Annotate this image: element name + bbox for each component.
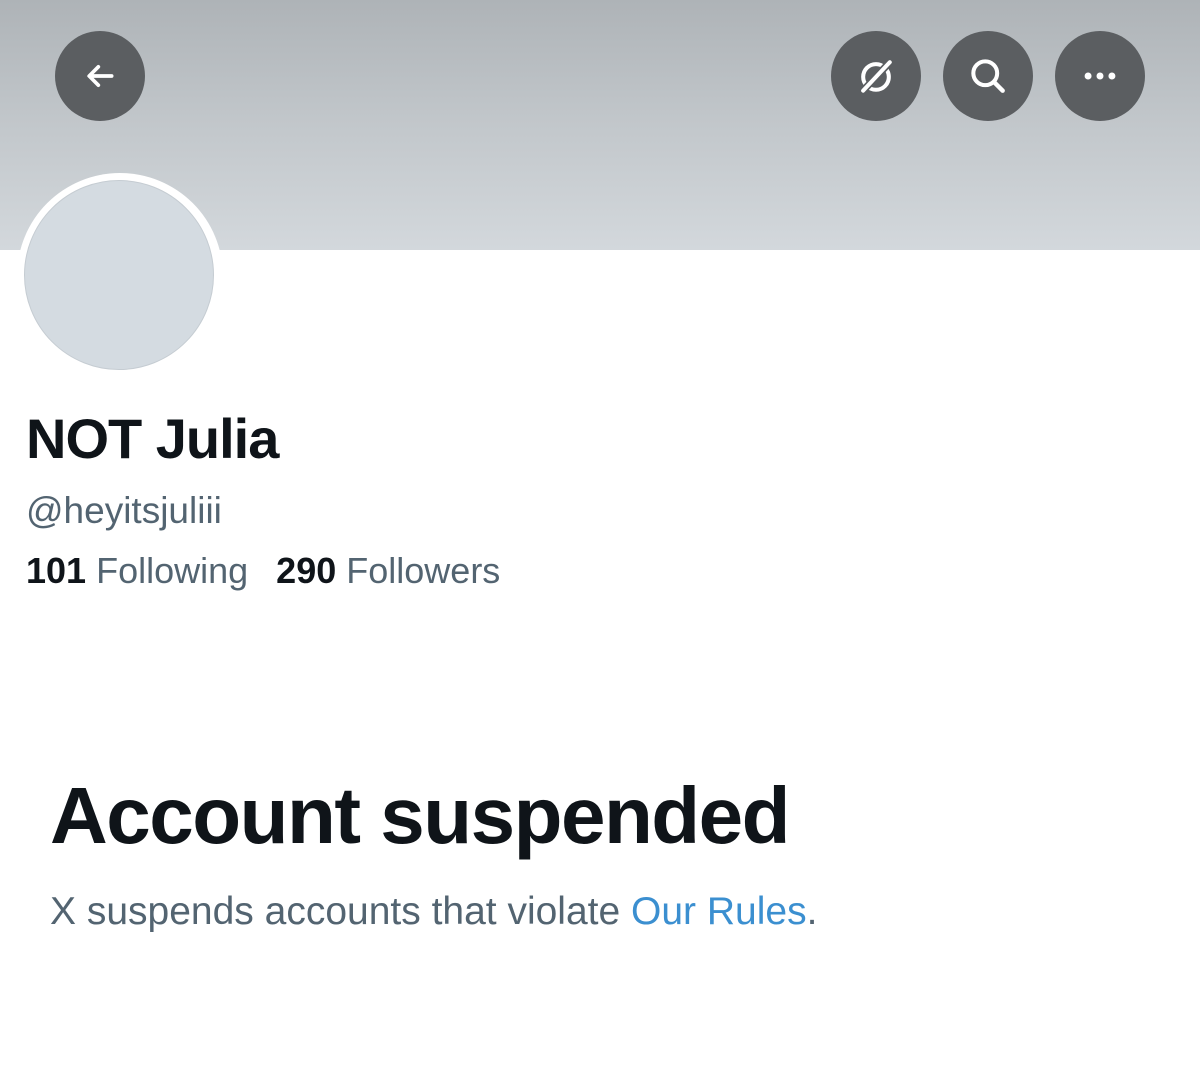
grok-icon: [854, 54, 898, 98]
profile-stats: 101 Following 290 Followers: [26, 550, 500, 592]
suspension-message-trailing: .: [806, 890, 818, 933]
following-count: 101: [26, 550, 87, 591]
arrow-left-icon: [80, 56, 120, 96]
following-label: Following: [96, 550, 249, 591]
followers-count: 290: [276, 550, 337, 591]
grok-button[interactable]: [831, 31, 921, 121]
profile-page: NOT Julia @heyitsjuliii 101 Following 29…: [0, 0, 1200, 1072]
avatar[interactable]: [24, 180, 214, 370]
more-options-button[interactable]: [1055, 31, 1145, 121]
back-button[interactable]: [55, 31, 145, 121]
user-handle: @heyitsjuliii: [26, 490, 222, 531]
suspension-message-text: X suspends accounts that violate: [50, 890, 632, 933]
more-horizontal-icon: [1078, 54, 1122, 98]
suspension-title: Account suspended: [50, 771, 791, 860]
followers-link[interactable]: 290 Followers: [276, 550, 500, 592]
our-rules-link[interactable]: Our Rules: [631, 890, 807, 933]
search-icon: [966, 54, 1010, 98]
following-link[interactable]: 101 Following: [26, 550, 248, 592]
followers-label: Followers: [346, 550, 501, 591]
search-button[interactable]: [943, 31, 1033, 121]
display-name: NOT Julia: [26, 407, 279, 470]
suspension-message: X suspends accounts that violate Our Rul…: [50, 890, 817, 934]
